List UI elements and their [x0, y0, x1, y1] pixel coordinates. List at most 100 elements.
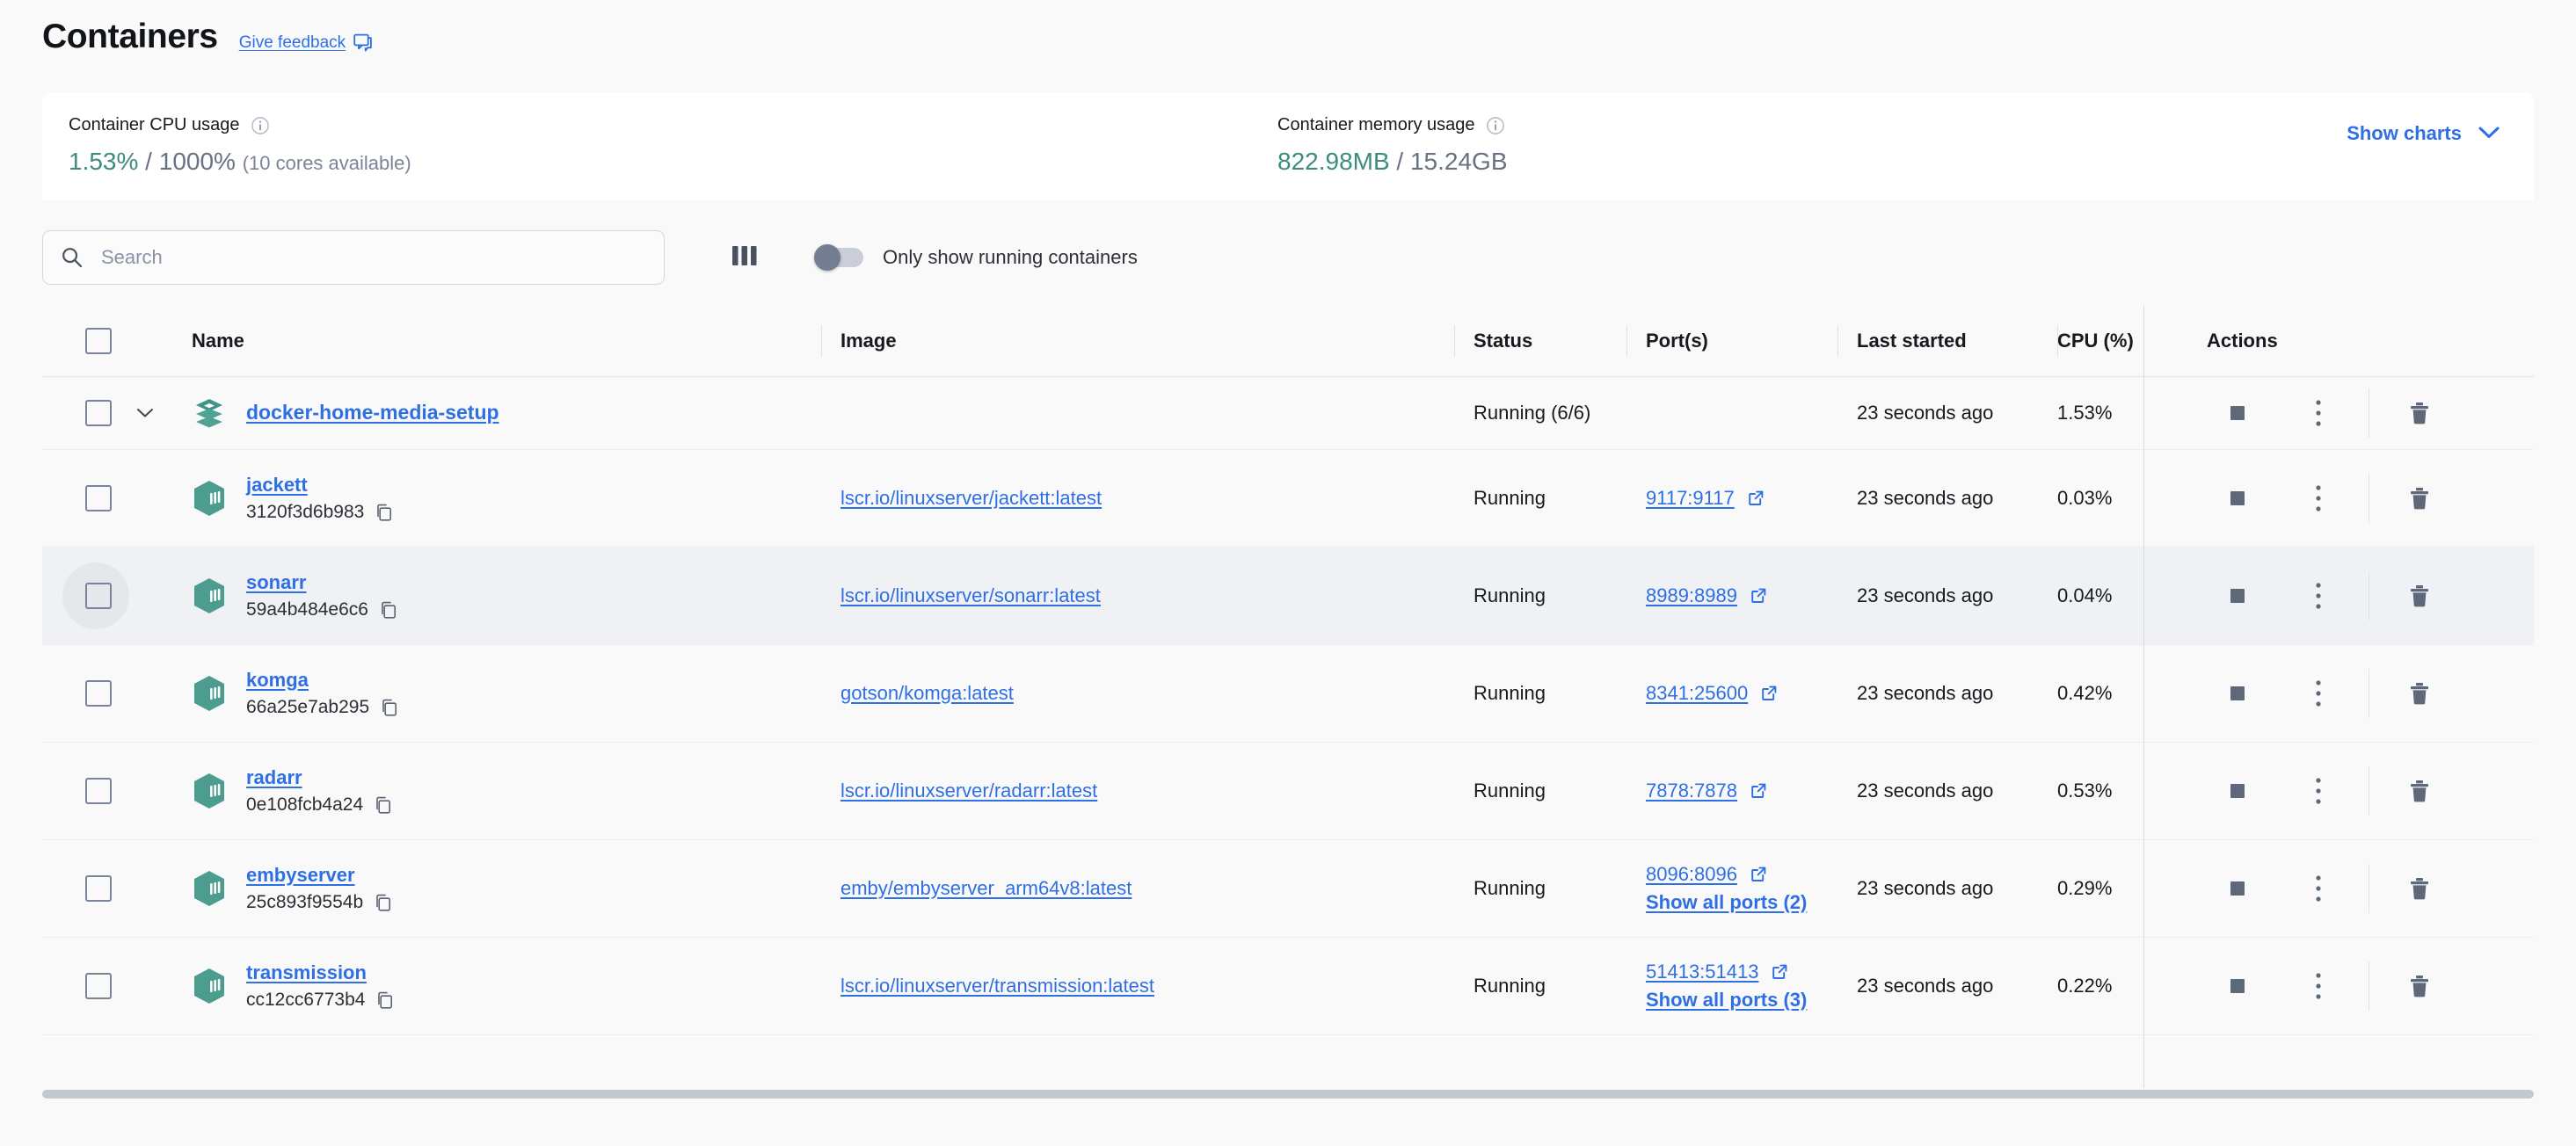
horizontal-scrollbar[interactable]: [42, 1090, 2534, 1099]
stop-icon[interactable]: [2207, 388, 2268, 439]
port-link[interactable]: 8989:8989: [1646, 584, 1737, 607]
search-box[interactable]: [42, 230, 665, 285]
column-header-last-started[interactable]: Last started: [1837, 306, 2057, 377]
table-row[interactable]: embyserver 25c893f9554b emby/embyserver_ar…: [42, 839, 2534, 938]
external-link-icon[interactable]: [1769, 961, 1790, 983]
image-link[interactable]: gotson/komga:latest: [840, 682, 1014, 704]
container-name-link[interactable]: radarr: [246, 766, 302, 789]
kebab-menu-icon[interactable]: [2288, 863, 2349, 914]
kebab-menu-icon[interactable]: [2288, 765, 2349, 816]
status-text: Running: [1474, 486, 1546, 509]
row-select-checkbox[interactable]: [85, 777, 112, 804]
kebab-menu-icon[interactable]: [2288, 668, 2349, 719]
table-row[interactable]: sonarr 59a4b484e6c6 lscr.io/linuxserver/so…: [42, 547, 2534, 645]
external-link-icon[interactable]: [1748, 780, 1769, 801]
stop-icon[interactable]: [2207, 668, 2268, 719]
stop-icon[interactable]: [2207, 570, 2268, 621]
copy-icon[interactable]: [374, 795, 393, 815]
status-cell: Running: [1454, 839, 1626, 938]
port-link[interactable]: 7878:7878: [1646, 780, 1737, 802]
image-link[interactable]: lscr.io/linuxserver/jackett:latest: [840, 487, 1102, 509]
horizontal-scrollbar-thumb[interactable]: [42, 1090, 2534, 1099]
container-name-link[interactable]: sonarr: [246, 571, 306, 594]
memory-usage-label: Container memory usage: [1277, 115, 1475, 134]
table-row[interactable]: docker-home-media-setup Running (6/6) 23 s…: [42, 376, 2534, 450]
container-name-link[interactable]: transmission: [246, 961, 367, 984]
column-header-status[interactable]: Status: [1454, 306, 1626, 377]
image-link[interactable]: lscr.io/linuxserver/radarr:latest: [840, 780, 1097, 801]
stop-icon[interactable]: [2207, 473, 2268, 524]
info-icon[interactable]: [251, 116, 270, 135]
column-header-ports[interactable]: Port(s): [1626, 306, 1837, 377]
only-running-toggle[interactable]: Only show running containers: [814, 244, 1138, 271]
row-select-checkbox[interactable]: [85, 582, 112, 609]
external-link-icon[interactable]: [1758, 683, 1779, 704]
container-id-row: 25c893f9554b: [246, 892, 393, 913]
copy-icon[interactable]: [374, 893, 393, 912]
stop-icon[interactable]: [2207, 863, 2268, 914]
cpu-cell: 0.04%: [2057, 547, 2186, 645]
toggle-switch[interactable]: [814, 244, 863, 271]
trash-icon[interactable]: [2389, 863, 2450, 914]
kebab-menu-icon[interactable]: [2288, 473, 2349, 524]
port-link[interactable]: 8341:25600: [1646, 682, 1748, 705]
container-name-link[interactable]: embyserver: [246, 864, 355, 887]
column-header-name[interactable]: Name: [172, 306, 821, 377]
port-link[interactable]: 51413:51413: [1646, 961, 1758, 983]
trash-icon[interactable]: [2389, 765, 2450, 816]
column-header-image[interactable]: Image: [821, 306, 1454, 377]
toggle-knob: [814, 244, 840, 271]
image-link[interactable]: emby/embyserver_arm64v8:latest: [840, 877, 1132, 899]
status-text: Running: [1474, 681, 1546, 704]
give-feedback-link[interactable]: Give feedback: [239, 33, 373, 53]
select-all-checkbox[interactable]: [85, 327, 112, 354]
search-input[interactable]: [99, 245, 646, 270]
cpu-value: 1.53%: [2057, 401, 2113, 424]
row-select-checkbox[interactable]: [85, 679, 112, 707]
expand-stack-caret-icon[interactable]: [118, 406, 172, 420]
image-link[interactable]: lscr.io/linuxserver/sonarr:latest: [840, 584, 1101, 606]
kebab-menu-icon[interactable]: [2288, 961, 2349, 1012]
cpu-cell: 0.53%: [2057, 742, 2186, 840]
show-charts-button[interactable]: Show charts: [2347, 122, 2500, 145]
table-row[interactable]: jackett 3120f3d6b983 lscr.io/linuxserver/j…: [42, 449, 2534, 548]
external-link-icon[interactable]: [1748, 585, 1769, 606]
stop-icon[interactable]: [2207, 961, 2268, 1012]
external-link-icon[interactable]: [1745, 488, 1766, 509]
port-link[interactable]: 9117:9117: [1646, 487, 1735, 510]
stop-icon[interactable]: [2207, 765, 2268, 816]
trash-icon[interactable]: [2389, 473, 2450, 524]
trash-icon[interactable]: [2389, 570, 2450, 621]
image-link[interactable]: lscr.io/linuxserver/transmission:latest: [840, 975, 1154, 997]
port-link[interactable]: 8096:8096: [1646, 863, 1737, 886]
row-select-checkbox[interactable]: [85, 484, 112, 511]
last-started-cell: 23 seconds ago: [1837, 839, 2057, 938]
table-row[interactable]: transmission cc12cc6773b4 lscr.io/linuxser…: [42, 937, 2534, 1035]
only-running-toggle-label: Only show running containers: [883, 246, 1138, 268]
trash-icon[interactable]: [2389, 388, 2450, 439]
copy-icon[interactable]: [375, 503, 394, 522]
container-name-link[interactable]: jackett: [246, 474, 308, 497]
kebab-menu-icon[interactable]: [2288, 570, 2349, 621]
show-all-ports-link[interactable]: Show all ports (3): [1646, 989, 1837, 1012]
last-started-text: 23 seconds ago: [1857, 974, 1994, 997]
columns-settings-button[interactable]: [724, 237, 765, 278]
row-select-checkbox[interactable]: [85, 874, 112, 902]
container-name-link[interactable]: komga: [246, 669, 309, 692]
info-icon[interactable]: [1486, 116, 1505, 135]
trash-icon[interactable]: [2389, 668, 2450, 719]
container-name-link[interactable]: docker-home-media-setup: [246, 401, 499, 424]
show-all-ports-link[interactable]: Show all ports (2): [1646, 891, 1837, 914]
row-select-checkbox[interactable]: [85, 972, 112, 999]
copy-icon[interactable]: [379, 600, 398, 620]
copy-icon[interactable]: [375, 990, 395, 1010]
table-row[interactable]: komga 66a25e7ab295 gotson/komga:latest Runn…: [42, 644, 2534, 743]
trash-icon[interactable]: [2389, 961, 2450, 1012]
page-header: Containers Give feedback: [0, 0, 2576, 63]
column-header-cpu[interactable]: CPU (%): [2057, 306, 2186, 377]
row-select-checkbox[interactable]: [85, 399, 112, 426]
copy-icon[interactable]: [380, 698, 399, 717]
table-row[interactable]: radarr 0e108fcb4a24 lscr.io/linuxserver/ra…: [42, 742, 2534, 840]
kebab-menu-icon[interactable]: [2288, 388, 2349, 439]
external-link-icon[interactable]: [1748, 864, 1769, 885]
